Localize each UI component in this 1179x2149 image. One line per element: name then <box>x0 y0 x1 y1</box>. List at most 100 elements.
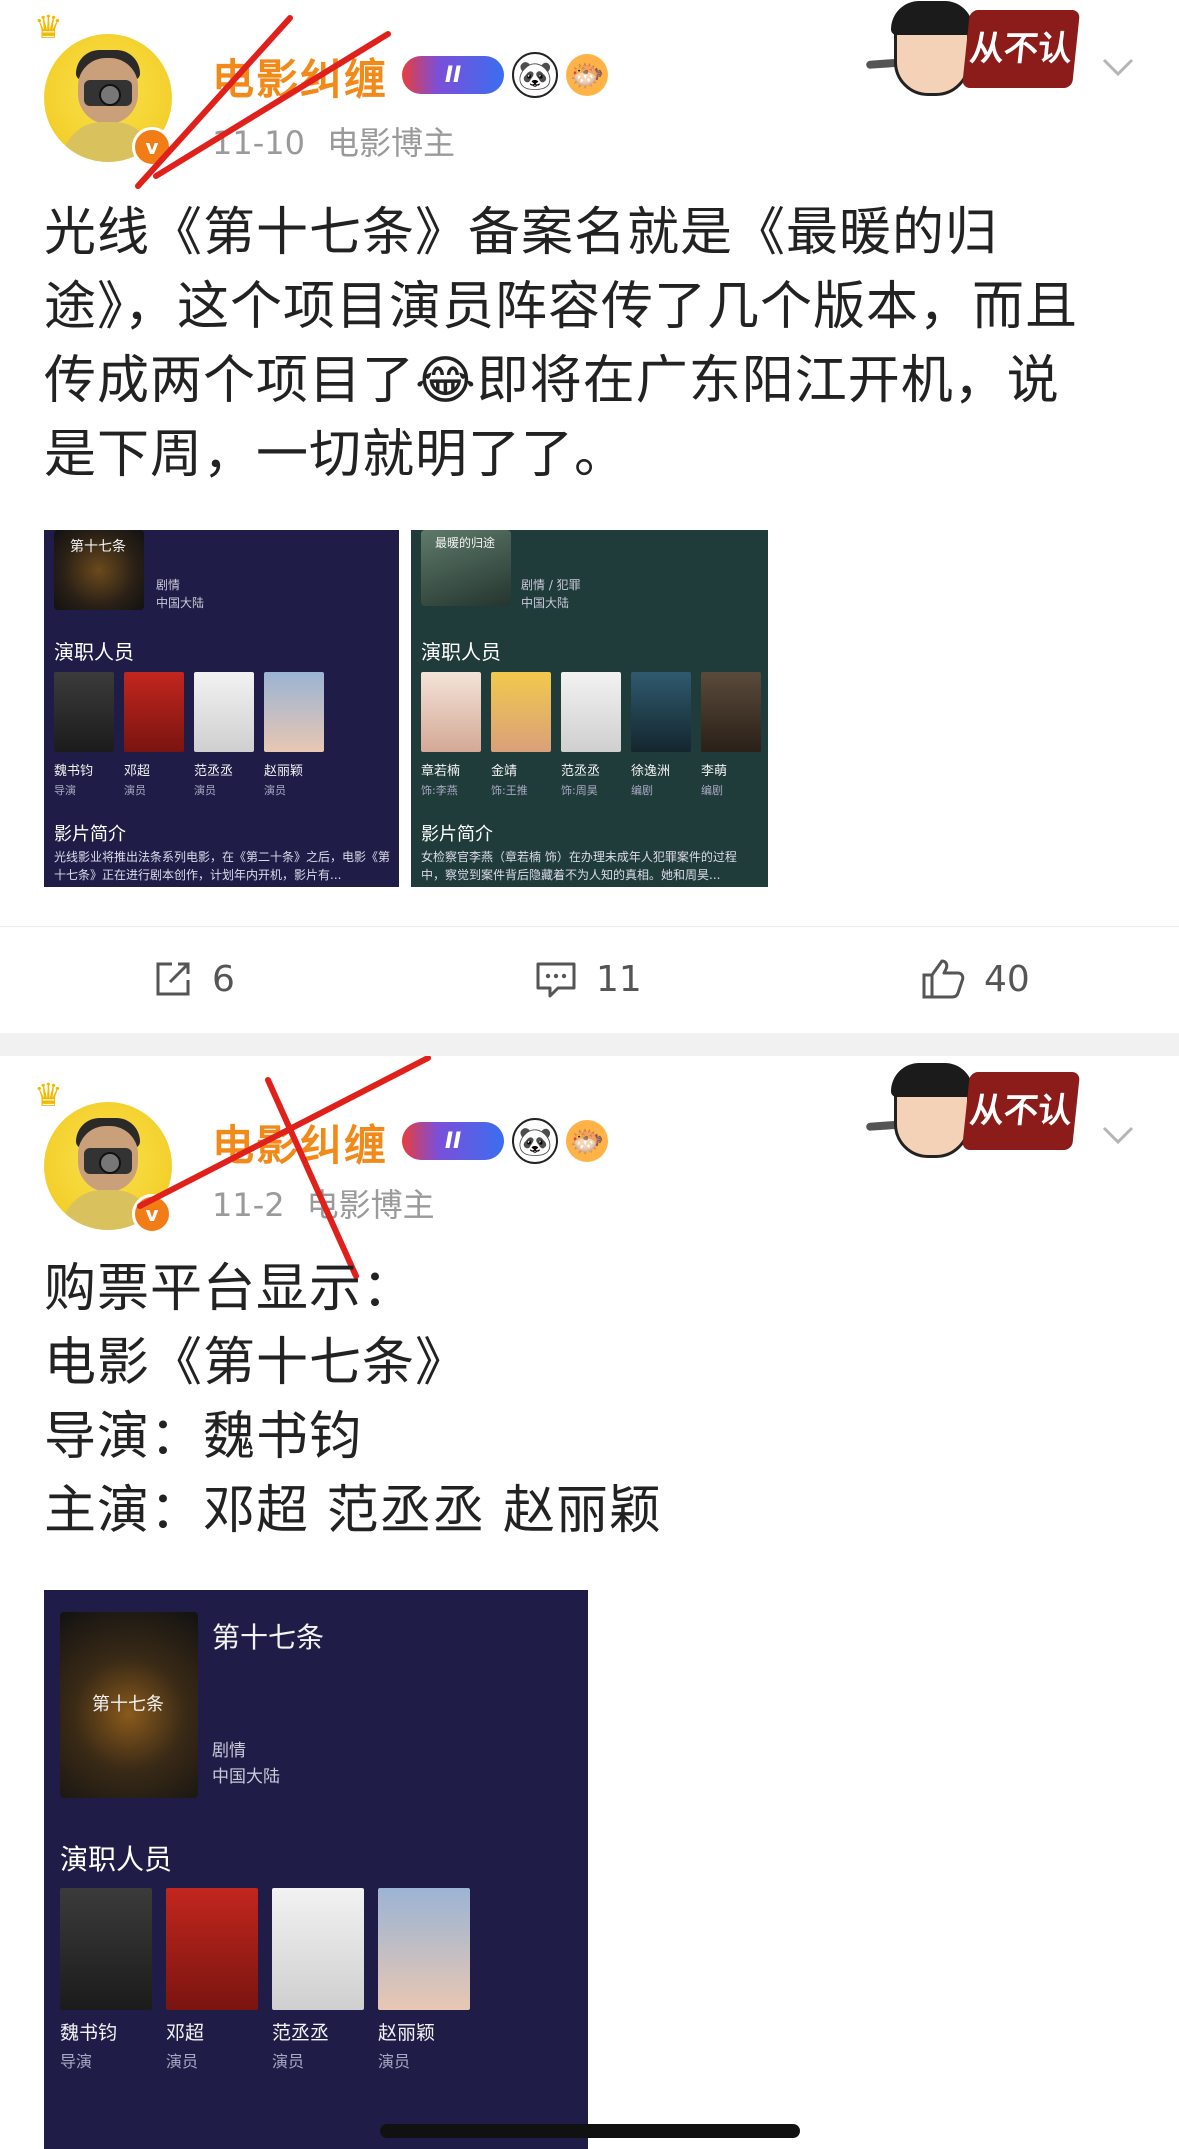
cast-member: 邓超 演员 <box>166 1888 258 2072</box>
movie-poster: 第十七条 <box>60 1612 198 1798</box>
cast-name: 邓超 <box>166 2022 205 2044</box>
repost-button[interactable]: 6 <box>152 927 235 1031</box>
movie-region: 中国大陆 <box>212 1767 280 1787</box>
cast-name: 魏书钧 <box>60 2022 118 2044</box>
post-text-line: 途》，这个项目演员阵容传了几个版本，而且 <box>44 277 1079 337</box>
intro-heading: 影片简介 <box>54 824 126 845</box>
cast-photo <box>124 672 184 752</box>
movie-region: 中国大陆 <box>156 596 205 610</box>
post-text-line: 传成两个项目了😂即将在广东阳江开机，说 <box>44 351 1060 411</box>
cast-photo <box>264 672 324 752</box>
sticker-text: 从不认命 <box>961 1072 1081 1209</box>
cast-name: 徐逸洲 <box>631 764 671 779</box>
cast-photo <box>421 672 481 752</box>
cast-member: 李萌 编剧 <box>701 672 761 798</box>
cast-photo <box>491 672 551 752</box>
chevron-down-icon[interactable] <box>1102 1118 1134 1148</box>
poster-title: 第十七条 <box>70 539 126 555</box>
movie-genre: 剧情 <box>212 1741 246 1761</box>
post-text-line: 主演：邓超 范丞丞 赵丽颖 <box>44 1481 663 1541</box>
movie-poster: 第十七条 <box>54 530 144 610</box>
cast-list: 魏书钧 导演 邓超 演员 范丞丞 演员 赵丽颖 演员 <box>60 1888 470 2072</box>
verified-badge-icon: v <box>132 127 172 167</box>
like-button[interactable]: 40 <box>920 927 1030 1031</box>
weibo-post-2: ♛ v 电影纠缠 II 🐼 🐡 11-2 电影博主 从不认命 购票平台显示： 电影… <box>0 1056 1179 2149</box>
intro-heading: 影片简介 <box>421 824 493 845</box>
level-badge[interactable]: II <box>402 1122 504 1160</box>
cast-name: 魏书钧 <box>54 764 94 779</box>
repost-count: 6 <box>212 958 235 1000</box>
cast-member: 魏书钧 导演 <box>54 672 114 798</box>
post-text: 光线《第十七条》备案名就是《最暖的归 途》，这个项目演员阵容传了几个版本，而且 … <box>44 196 1144 492</box>
user-name[interactable]: 电影纠缠 <box>212 46 388 107</box>
cast-name: 赵丽颖 <box>378 2022 436 2044</box>
level-badge[interactable]: II <box>402 56 504 94</box>
cast-role: 导演 <box>54 784 76 797</box>
cast-member: 徐逸洲 编剧 <box>631 672 691 798</box>
cast-heading: 演职人员 <box>54 640 134 664</box>
panda-icon[interactable]: 🐼 <box>512 52 558 98</box>
poster-title: 最暖的归途 <box>435 536 496 550</box>
cast-member: 范丞丞 演员 <box>272 1888 364 2072</box>
user-type: 电影博主 <box>326 124 455 162</box>
cast-role: 导演 <box>60 2052 93 2071</box>
crown-icon: ♛ <box>34 8 63 46</box>
panda-icon[interactable]: 🐼 <box>512 1118 558 1164</box>
cast-member: 邓超 演员 <box>124 672 184 798</box>
post-text: 购票平台显示： 电影《第十七条》 导演：魏书钧 主演：邓超 范丞丞 赵丽颖 <box>44 1252 1144 1548</box>
sticker-text: 从不认命 <box>961 10 1081 147</box>
pufferfish-icon[interactable]: 🐡 <box>566 1120 608 1162</box>
post-date: 11-10 <box>212 124 305 162</box>
weibo-post-1: ♛ v 电影纠缠 II 🐼 🐡 11-10 电影博主 从不认命 光线《第十七条》备… <box>0 0 1179 1033</box>
cast-photo <box>631 672 691 752</box>
post-image-2[interactable]: 最暖的归途 剧情 / 犯罪 中国大陆 演职人员 章若楠 饰:李燕 金靖 饰:王推… <box>411 530 768 887</box>
cast-member: 魏书钧 导演 <box>60 1888 152 2072</box>
movie-genre: 剧情 / 犯罪 <box>521 578 581 592</box>
intro-text: 女检察官李燕（章若楠 饰）在办理未成年人犯罪案件的过程中，察觉到案件背后隐藏着不… <box>421 850 737 882</box>
cast-name: 范丞丞 <box>561 764 601 779</box>
cast-photo <box>194 672 254 752</box>
thumbs-up-icon <box>922 959 965 999</box>
comment-icon <box>536 962 576 998</box>
post-text-line: 是下周，一切就明了了。 <box>44 425 628 485</box>
cast-list: 魏书钧 导演 邓超 演员 范丞丞 演员 赵丽颖 演员 <box>54 672 324 798</box>
post-text-line: 购票平台显示： <box>44 1259 416 1319</box>
decoration-sticker[interactable]: 从不认命 <box>865 1063 1081 1209</box>
post-image-1[interactable]: 第十七条 第十七条 剧情 中国大陆 演职人员 魏书钧 导演 邓超 演员 范丞丞 … <box>44 1590 588 2149</box>
cast-name: 章若楠 <box>421 764 461 779</box>
cast-role: 演员 <box>378 2052 411 2071</box>
cast-role: 饰:周昊 <box>561 784 598 797</box>
post-separator <box>0 1033 1179 1056</box>
cast-photo <box>166 1888 258 2010</box>
chevron-down-icon[interactable] <box>1102 50 1134 80</box>
cast-role: 演员 <box>264 784 286 797</box>
user-badges: II 🐼 🐡 <box>402 1118 608 1164</box>
pufferfish-icon[interactable]: 🐡 <box>566 54 608 96</box>
cast-list: 章若楠 饰:李燕 金靖 饰:王推 范丞丞 饰:周昊 徐逸洲 编剧 李萌 编剧 <box>421 672 761 798</box>
user-name[interactable]: 电影纠缠 <box>212 1112 388 1173</box>
cast-role: 演员 <box>194 784 216 797</box>
post-text-line: 光线《第十七条》备案名就是《最暖的归 <box>44 203 999 263</box>
cast-role: 饰:王推 <box>491 784 528 797</box>
comment-button[interactable]: 11 <box>534 927 642 1031</box>
post-date: 11-2 <box>212 1186 285 1224</box>
cast-role: 演员 <box>272 2052 305 2071</box>
cast-member: 金靖 饰:王推 <box>491 672 551 798</box>
cast-member: 范丞丞 演员 <box>194 672 254 798</box>
movie-poster: 最暖的归途 <box>421 530 511 606</box>
cast-photo <box>54 672 114 752</box>
cast-role: 编剧 <box>701 784 723 797</box>
cast-name: 赵丽颖 <box>264 764 304 779</box>
cast-member: 范丞丞 饰:周昊 <box>561 672 621 798</box>
cast-role: 饰:李燕 <box>421 784 458 797</box>
post-image-1[interactable]: 第十七条 剧情 中国大陆 演职人员 魏书钧 导演 邓超 演员 范丞丞 演员 赵丽… <box>44 530 399 887</box>
cast-name: 李萌 <box>701 764 728 779</box>
movie-genre: 剧情 <box>156 578 181 592</box>
cast-member: 赵丽颖 演员 <box>264 672 324 798</box>
cast-name: 范丞丞 <box>194 764 234 779</box>
home-indicator[interactable] <box>380 2124 800 2138</box>
post-text-line: 电影《第十七条》 <box>44 1333 469 1393</box>
verified-badge-icon: v <box>132 1194 172 1234</box>
decoration-sticker[interactable]: 从不认命 <box>865 1 1081 147</box>
cast-photo <box>378 1888 470 2010</box>
